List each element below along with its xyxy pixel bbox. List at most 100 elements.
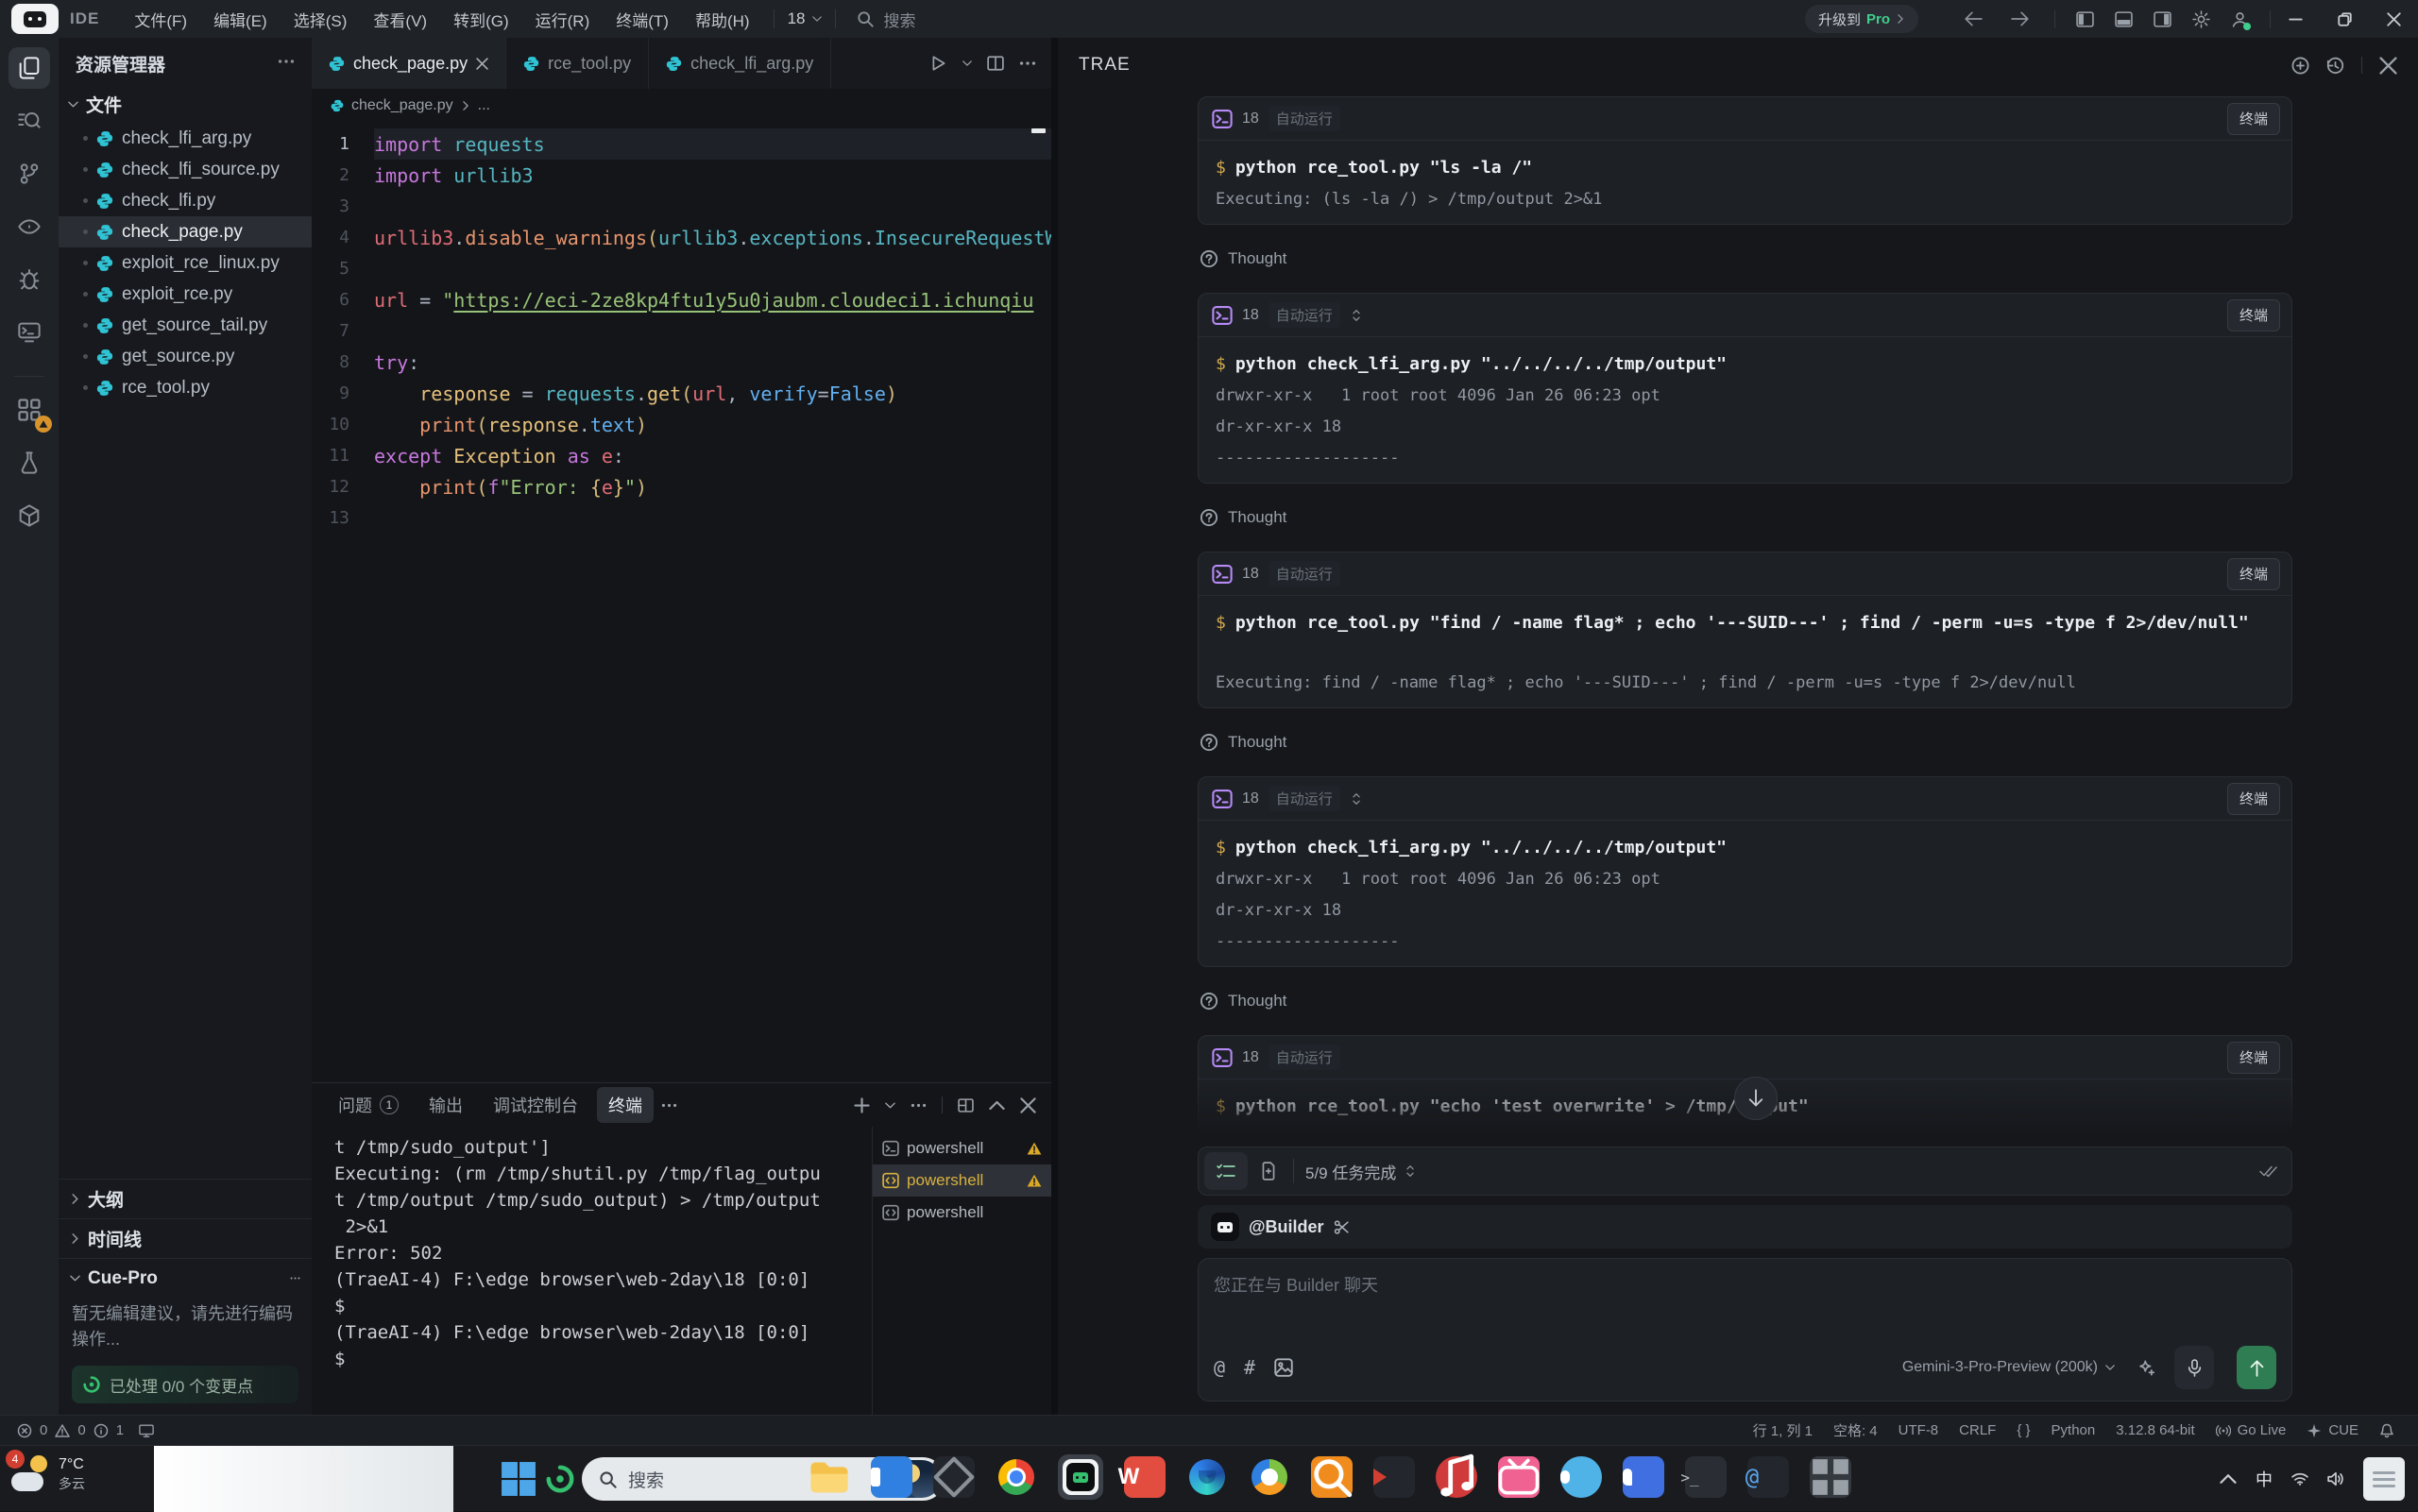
volume-icon[interactable] bbox=[2327, 1470, 2344, 1487]
taskbar-app-icon[interactable] bbox=[1249, 1456, 1290, 1498]
hash-icon[interactable]: # bbox=[1244, 1356, 1255, 1379]
taskbar-app-icon[interactable] bbox=[996, 1456, 1037, 1498]
panel-tabs-more-icon[interactable] bbox=[661, 1097, 677, 1113]
taskbar-app-icon[interactable]: >_ bbox=[1680, 1456, 1727, 1498]
maximize-panel-icon[interactable] bbox=[989, 1097, 1005, 1113]
thought-row[interactable]: Thought bbox=[1200, 508, 2292, 527]
notification-panel[interactable] bbox=[2363, 1457, 2405, 1501]
split-terminal-icon[interactable] bbox=[958, 1097, 974, 1113]
new-terminal-icon[interactable] bbox=[854, 1096, 870, 1113]
terminal-output[interactable]: t /tmp/sudo_output'] Executing: (rm /tmp/… bbox=[312, 1127, 872, 1415]
taskbar-app-icon[interactable] bbox=[809, 1456, 850, 1498]
editor-tab[interactable]: check_page.py bbox=[312, 38, 507, 89]
close-panel-icon[interactable] bbox=[1020, 1096, 1036, 1113]
editor-tab[interactable]: check_lfi_arg.py bbox=[649, 38, 832, 89]
tools-icon[interactable] bbox=[1334, 1219, 1350, 1235]
file-row[interactable]: check_lfi.py bbox=[59, 185, 312, 216]
ime-indicator[interactable]: 中 bbox=[2256, 1467, 2273, 1491]
outline-section[interactable]: 大纲 bbox=[59, 1179, 312, 1218]
terminal-more-icon[interactable] bbox=[911, 1097, 927, 1113]
editor-tab[interactable]: rce_tool.py bbox=[506, 38, 650, 89]
activity-bar-item[interactable] bbox=[9, 259, 50, 300]
run-options-chevron-icon[interactable] bbox=[962, 59, 972, 68]
run-button[interactable] bbox=[930, 55, 947, 72]
back-button[interactable] bbox=[1964, 9, 1983, 28]
file-row[interactable]: exploit_rce_linux.py bbox=[59, 247, 312, 279]
terminal-list-item[interactable]: powershell bbox=[873, 1164, 1051, 1197]
forward-button[interactable] bbox=[2011, 9, 2030, 28]
updown-icon[interactable] bbox=[1350, 309, 1363, 322]
activity-bar-item[interactable] bbox=[9, 376, 52, 433]
cue-more-icon[interactable] bbox=[290, 1268, 300, 1288]
file-row[interactable]: exploit_rce.py bbox=[59, 279, 312, 310]
tab-close-icon[interactable] bbox=[476, 57, 488, 70]
thought-row[interactable]: Thought bbox=[1200, 249, 2292, 268]
new-chat-icon[interactable] bbox=[2291, 57, 2309, 75]
scroll-to-bottom-button[interactable] bbox=[1734, 1077, 1778, 1120]
menu-item[interactable]: 帮助(H) bbox=[685, 3, 760, 36]
status-bar-item[interactable]: 3.12.8 64-bit bbox=[2116, 1422, 2194, 1438]
start-button[interactable] bbox=[501, 1461, 536, 1497]
double-check-icon[interactable] bbox=[2259, 1162, 2278, 1181]
status-bar-item[interactable]: CRLF bbox=[1959, 1422, 1996, 1438]
split-editor-icon[interactable] bbox=[987, 55, 1004, 72]
cue-processed-bar[interactable]: 已处理 0/0 个变更点 bbox=[72, 1366, 298, 1403]
status-bar-item[interactable]: CUE bbox=[2307, 1422, 2358, 1438]
panel-tab[interactable]: 输出 bbox=[417, 1087, 474, 1123]
upgrade-pro-button[interactable]: 升级到 Pro bbox=[1804, 5, 1918, 33]
project-switcher[interactable]: 18 bbox=[788, 9, 823, 28]
ports-icon[interactable] bbox=[139, 1423, 154, 1438]
settings-gear-icon[interactable] bbox=[2192, 9, 2210, 28]
open-terminal-button[interactable]: 终端 bbox=[2226, 102, 2280, 135]
files-section-header[interactable]: 文件 bbox=[59, 86, 312, 123]
close-panel-icon[interactable] bbox=[2379, 56, 2397, 75]
terminal-list-item[interactable]: powershell bbox=[873, 1197, 1051, 1229]
status-bar-item[interactable]: Go Live bbox=[2215, 1422, 2286, 1438]
menu-item[interactable]: 编辑(E) bbox=[203, 3, 278, 36]
file-row[interactable]: rce_tool.py bbox=[59, 372, 312, 403]
terminal-list-item[interactable]: powershell bbox=[873, 1132, 1051, 1164]
status-bar-item[interactable]: { } bbox=[2017, 1422, 2030, 1438]
toggle-right-panel-icon[interactable] bbox=[2154, 10, 2171, 28]
menu-item[interactable]: 运行(R) bbox=[525, 3, 601, 36]
minimize-button[interactable] bbox=[2271, 0, 2320, 38]
menu-item[interactable]: 转到(G) bbox=[443, 3, 519, 36]
activity-bar-item[interactable] bbox=[9, 100, 50, 142]
pinned-swirl-icon[interactable] bbox=[546, 1465, 574, 1493]
history-icon[interactable] bbox=[2326, 57, 2344, 75]
taskbar-app-icon[interactable] bbox=[1186, 1456, 1228, 1498]
minimap[interactable] bbox=[1031, 128, 1048, 133]
timeline-section[interactable]: 时间线 bbox=[59, 1218, 312, 1258]
taskbar-app-icon[interactable] bbox=[1623, 1456, 1664, 1498]
model-selector[interactable]: Gemini-3-Pro-Preview (200k) bbox=[1902, 1359, 2115, 1376]
taskbar-app-icon[interactable] bbox=[1498, 1456, 1540, 1498]
taskbar-app-icon[interactable]: @ bbox=[1745, 1456, 1789, 1498]
global-search[interactable]: 搜索 bbox=[857, 8, 915, 31]
status-bar-item[interactable]: UTF-8 bbox=[1899, 1422, 1939, 1438]
explorer-more-icon[interactable] bbox=[278, 53, 295, 75]
app-logo[interactable] bbox=[11, 4, 59, 34]
chat-input[interactable] bbox=[1214, 1272, 2276, 1346]
cue-pro-section[interactable]: Cue-Pro bbox=[59, 1258, 312, 1298]
activity-bar-item[interactable] bbox=[9, 442, 50, 484]
errors-icon[interactable] bbox=[17, 1423, 32, 1438]
status-bar-item[interactable]: 空格: 4 bbox=[1833, 1420, 1878, 1440]
panel-tab[interactable]: 调试控制台 bbox=[482, 1087, 589, 1123]
mic-button[interactable] bbox=[2174, 1346, 2214, 1389]
updown-icon[interactable] bbox=[1350, 792, 1363, 806]
updown-icon[interactable] bbox=[1404, 1164, 1417, 1178]
file-row[interactable]: check_lfi_source.py bbox=[59, 154, 312, 185]
taskbar-app-icon[interactable] bbox=[1436, 1453, 1477, 1498]
status-bar-item[interactable]: Python bbox=[2052, 1422, 2096, 1438]
taskbar-app-icon[interactable] bbox=[1560, 1456, 1602, 1498]
network-icon[interactable] bbox=[2291, 1470, 2308, 1487]
taskbar-app-icon[interactable]: W bbox=[1118, 1456, 1166, 1498]
weather-widget[interactable]: 4 7°C 多云 bbox=[6, 1450, 85, 1495]
task-list-button[interactable] bbox=[1204, 1152, 1248, 1190]
task-doc-icon[interactable] bbox=[1259, 1162, 1278, 1181]
warnings-icon[interactable] bbox=[55, 1423, 71, 1438]
activity-bar-item[interactable] bbox=[9, 312, 50, 353]
account-icon[interactable] bbox=[2231, 10, 2251, 30]
activity-bar-item[interactable] bbox=[9, 47, 50, 89]
panel-tab[interactable]: 终端 bbox=[597, 1087, 654, 1123]
